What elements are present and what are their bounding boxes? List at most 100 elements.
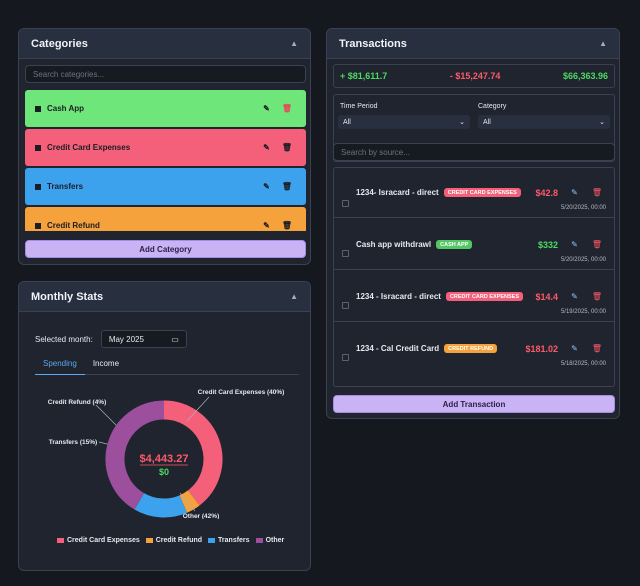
tab-spending[interactable]: Spending <box>35 357 85 375</box>
transaction-name: 1234- Isracard - direct CREDIT CARD EXPE… <box>356 188 521 197</box>
monthly-stats-panel: Monthly Stats ▲ Selected month: May 2025… <box>18 281 311 571</box>
time-period-label: Time Period <box>340 103 378 110</box>
transaction-name: 1234 - Isracard - direct CREDIT CARD EXP… <box>356 292 524 301</box>
transaction-row[interactable]: Cash app withdrawl CASH APP $332 ✎ 🗑 5/20… <box>334 220 614 270</box>
category-label: Credit Refund <box>47 221 100 230</box>
chevron-down-icon: ⌄ <box>599 119 605 126</box>
slice-label: Other (42%) <box>183 513 219 519</box>
category-label: Transfers <box>47 182 84 191</box>
monthly-stats-title: Monthly Stats <box>31 290 104 303</box>
category-tag: CREDIT CARD EXPENSES <box>443 188 521 197</box>
expense-total: - $15,247.74 <box>449 71 501 81</box>
edit-icon[interactable]: ✎ <box>571 344 578 353</box>
categories-title: Categories <box>31 37 88 50</box>
drag-handle-icon[interactable] <box>35 144 41 151</box>
source-search-input[interactable]: Search by source... <box>333 143 615 161</box>
transaction-amount: $42.8 <box>535 188 558 198</box>
category-tag: CASH APP <box>436 240 473 249</box>
transaction-name: Cash app withdrawl CASH APP <box>356 240 473 249</box>
delete-icon[interactable]: 🗑 <box>592 292 602 301</box>
totals-bar: + $81,611.7 - $15,247.74 $66,363.96 <box>333 64 615 88</box>
slice-label: Credit Refund (4%) <box>48 399 107 406</box>
transaction-amount: $181.02 <box>525 344 558 354</box>
tab-income[interactable]: Income <box>85 357 127 375</box>
transaction-row[interactable]: 1234- Isracard - direct CREDIT CARD EXPE… <box>334 168 614 218</box>
collapse-icon[interactable]: ▲ <box>290 292 298 301</box>
chevron-down-icon: ⌄ <box>459 119 465 126</box>
category-search-input[interactable]: Search categories... <box>25 65 306 83</box>
delete-icon[interactable]: 🗑 <box>282 182 292 191</box>
delete-icon[interactable]: 🗑 <box>282 104 292 113</box>
calendar-icon[interactable]: ▭ <box>171 335 179 344</box>
label-leader-line <box>95 404 119 428</box>
add-transaction-button[interactable]: Add Transaction <box>333 395 615 413</box>
edit-icon[interactable]: ✎ <box>263 104 270 113</box>
row-checkbox[interactable] <box>342 250 349 257</box>
transaction-name: 1234 - Cal Credit Card CREDIT REFUND <box>356 344 498 353</box>
category-item-transfers[interactable]: Transfers ✎ 🗑 <box>25 168 306 205</box>
transaction-amount: $332 <box>537 240 558 250</box>
row-checkbox[interactable] <box>342 354 349 361</box>
transaction-date: 5/20/2025, 00:00 <box>560 257 606 263</box>
total-spending: $4,443.27 <box>140 453 189 465</box>
category-label: Credit Card Expenses <box>47 143 131 152</box>
add-category-button[interactable]: Add Category <box>25 240 306 258</box>
month-selector: Selected month: May 2025 ▭ <box>35 330 187 348</box>
drag-handle-icon[interactable] <box>35 222 41 229</box>
collapse-icon[interactable]: ▲ <box>290 39 298 48</box>
transaction-date: 5/19/2025, 00:00 <box>560 309 606 315</box>
transaction-row[interactable]: 1234 - Isracard - direct CREDIT CARD EXP… <box>334 272 614 322</box>
delete-icon[interactable]: 🗑 <box>592 188 602 197</box>
transactions-panel: Transactions ▲ + $81,611.7 - $15,247.74 … <box>326 28 620 419</box>
time-period-select[interactable]: All ⌄ <box>338 115 470 129</box>
donut-slice[interactable] <box>134 492 188 518</box>
transaction-amount: $14.4 <box>535 292 558 302</box>
category-label: Cash App <box>47 104 85 113</box>
delete-icon[interactable]: 🗑 <box>592 344 602 353</box>
legend-item: Transfers <box>208 537 250 544</box>
collapse-icon[interactable]: ▲ <box>599 39 607 48</box>
delete-icon[interactable]: 🗑 <box>282 143 292 152</box>
category-item-credit-card-expenses[interactable]: Credit Card Expenses ✎ 🗑 <box>25 129 306 166</box>
edit-icon[interactable]: ✎ <box>263 221 270 230</box>
stats-tabs: Spending Income <box>35 357 299 375</box>
monthly-stats-header[interactable]: Monthly Stats ▲ <box>19 282 310 312</box>
drag-handle-icon[interactable] <box>35 105 41 112</box>
month-input[interactable]: May 2025 ▭ <box>100 330 187 348</box>
delete-icon[interactable]: 🗑 <box>592 240 602 249</box>
edit-icon[interactable]: ✎ <box>263 182 270 191</box>
edit-icon[interactable]: ✎ <box>571 292 578 301</box>
transaction-row[interactable]: 1234 - Cal Credit Card CREDIT REFUND $18… <box>334 324 614 386</box>
legend-item: Other <box>255 537 284 544</box>
legend-item: Credit Card Expenses <box>57 537 140 544</box>
category-filter-select[interactable]: All ⌄ <box>478 115 610 129</box>
category-filter-label: Category <box>478 103 507 110</box>
slice-label: Transfers (15%) <box>49 439 97 446</box>
transaction-date: 5/20/2025, 00:00 <box>560 205 606 211</box>
legend-item: Credit Refund <box>145 537 202 544</box>
income-total: + $81,611.7 <box>340 71 388 81</box>
row-checkbox[interactable] <box>342 302 349 309</box>
row-checkbox[interactable] <box>342 200 349 207</box>
category-tag: CREDIT CARD EXPENSES <box>445 292 524 301</box>
transactions-title: Transactions <box>339 37 407 50</box>
categories-header[interactable]: Categories ▲ <box>19 29 310 59</box>
chart-legend: Credit Card Expenses Credit Refund Trans… <box>57 537 284 544</box>
edit-icon[interactable]: ✎ <box>263 143 270 152</box>
category-item-cash-app[interactable]: Cash App ✎ 🗑 <box>25 90 306 127</box>
spending-donut-chart: Credit Card Expenses (40%) Credit Refund … <box>48 389 285 519</box>
category-item-credit-refund[interactable]: Credit Refund ✎ 🗑 <box>25 207 306 231</box>
transaction-list: 1234- Isracard - direct CREDIT CARD EXPE… <box>333 167 615 387</box>
categories-panel: Categories ▲ Search categories... Cash A… <box>18 28 311 265</box>
total-income: $0 <box>159 467 169 477</box>
edit-icon[interactable]: ✎ <box>571 188 578 197</box>
edit-icon[interactable]: ✎ <box>571 240 578 249</box>
net-total: $66,363.96 <box>562 71 608 81</box>
slice-label: Credit Card Expenses (40%) <box>198 389 285 396</box>
month-value: May 2025 <box>108 334 144 344</box>
drag-handle-icon[interactable] <box>35 183 41 190</box>
month-label: Selected month: <box>35 334 93 344</box>
category-list: Cash App ✎ 🗑 Credit Card Expenses ✎ 🗑 Tran… <box>25 90 306 231</box>
delete-icon[interactable]: 🗑 <box>282 221 292 230</box>
transactions-header[interactable]: Transactions ▲ <box>327 29 619 59</box>
